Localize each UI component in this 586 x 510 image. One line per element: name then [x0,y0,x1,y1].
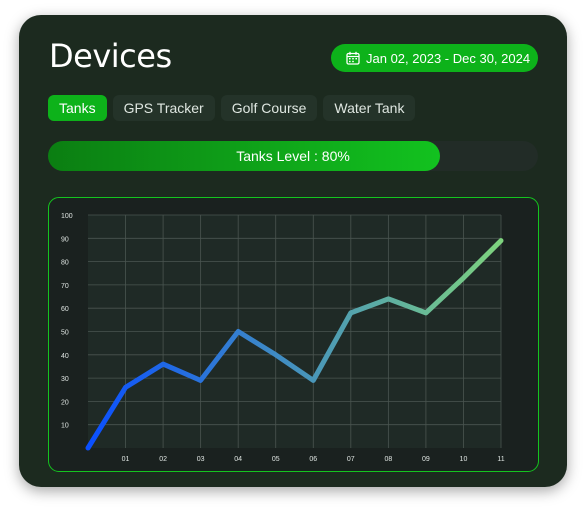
date-range-label: Jan 02, 2023 - Dec 30, 2024 [366,50,531,66]
date-range-picker[interactable]: Jan 02, 2023 - Dec 30, 2024 [331,44,538,72]
device-tabs: Tanks GPS Tracker Golf Course Water Tank [48,95,416,121]
y-tick-label: 10 [61,423,69,430]
page-title: Devices [49,37,172,75]
y-tick-label: 100 [61,213,73,220]
x-tick-label: 03 [197,456,205,463]
x-tick-label: 04 [234,456,242,463]
tank-level-chart: 10 20 30 40 50 60 70 80 90 100 01 02 03 04 05 06 07 08 09… [48,197,539,472]
x-tick-label: 06 [309,456,317,463]
x-tick-label: 09 [422,456,430,463]
y-tick-label: 90 [61,236,69,243]
tab-water-tank[interactable]: Water Tank [323,95,416,121]
y-tick-label: 30 [61,376,69,383]
y-tick-label: 40 [61,353,69,360]
tab-golf-course[interactable]: Golf Course [220,95,318,121]
devices-card: Devices Jan 02, 2023 - Dec 30, 2024 Tank… [19,15,567,487]
x-tick-label: 11 [497,456,504,463]
x-tick-label: 10 [460,456,468,463]
tank-level-label: Tanks Level : 80% [236,148,350,164]
x-tick-label: 07 [347,456,355,463]
y-axis: 10 20 30 40 50 60 70 80 90 100 [61,213,73,430]
y-tick-label: 80 [61,260,69,267]
y-tick-label: 50 [61,330,69,337]
y-tick-label: 20 [61,399,69,406]
x-tick-label: 01 [122,456,130,463]
x-tick-label: 02 [159,456,167,463]
y-tick-label: 70 [61,283,69,290]
tab-tanks[interactable]: Tanks [48,95,107,121]
line-chart: 10 20 30 40 50 60 70 80 90 100 01 02 03 04 05 06 07 08 09… [61,213,505,463]
tank-level-bar: Tanks Level : 80% [48,141,538,171]
x-axis: 01 02 03 04 05 06 07 08 09 10 11 [122,456,505,463]
tab-gps-tracker[interactable]: GPS Tracker [112,95,215,121]
calendar-icon [346,51,360,65]
x-tick-label: 08 [384,456,392,463]
y-tick-label: 60 [61,306,69,313]
x-tick-label: 05 [272,456,280,463]
